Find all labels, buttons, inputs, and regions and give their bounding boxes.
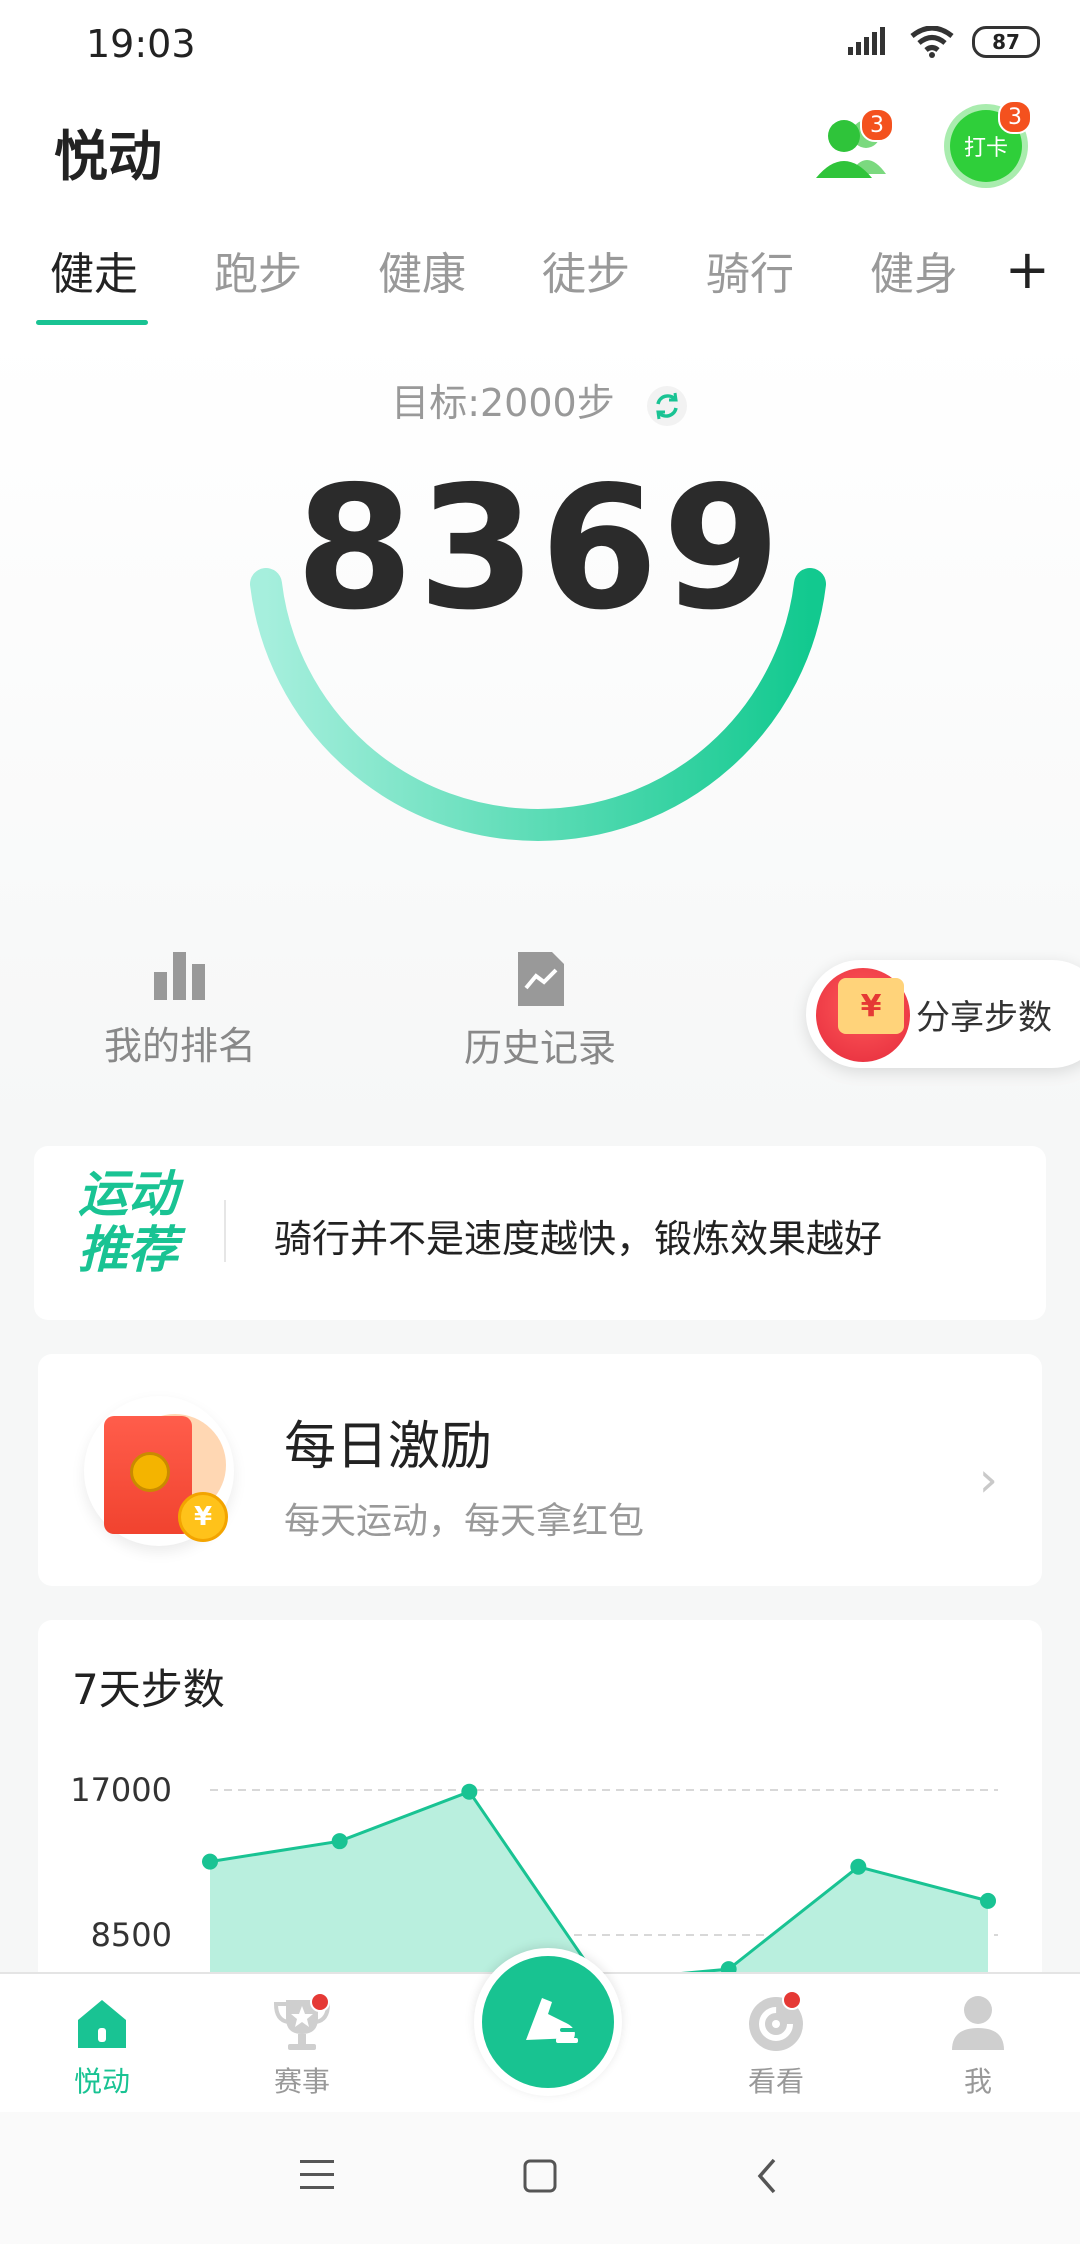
chevron-right-icon: › [978, 1452, 998, 1508]
step-goal: 目标:2000步 [0, 372, 1080, 428]
chart-point [461, 1783, 478, 1800]
page-title: 悦动 [54, 125, 162, 188]
profile-icon [952, 1996, 1004, 2050]
chart-point [980, 1892, 996, 1909]
recommend-logo-line1: 运动 [78, 1165, 178, 1223]
daily-reward-subtitle: 每天运动，每天拿红包 [284, 1501, 645, 1542]
tab-run[interactable]: 跑步 [214, 238, 302, 302]
friends-badge: 3 [860, 108, 894, 142]
nav-events-label: 赛事 [273, 2065, 330, 2098]
my-ranking-label: 我的排名 [103, 1024, 256, 1068]
chart-y-tick-label: 8500 [91, 1916, 172, 1954]
my-ranking-button[interactable]: 我的排名 [90, 950, 270, 1070]
refresh-icon[interactable] [645, 384, 689, 428]
menu-icon[interactable] [298, 2158, 338, 2192]
checkin-button[interactable]: 打卡 3 [950, 100, 1032, 182]
nav-me-label: 我 [963, 2065, 992, 2098]
nav-home-label: 悦动 [73, 2065, 130, 2098]
chart-point [331, 1833, 348, 1850]
step-progress-arc [250, 568, 826, 841]
tab-walk[interactable]: 健走 [50, 238, 138, 302]
checkin-badge: 3 [998, 100, 1032, 134]
history-chart-icon [518, 952, 564, 1006]
history-label: 历史记录 [463, 1026, 616, 1070]
running-shoe-icon [526, 1998, 578, 2043]
daily-reward-card[interactable]: ¥ 每日激励 每天运动，每天拿红包 › [38, 1354, 1042, 1586]
home-square-icon[interactable] [522, 2158, 558, 2194]
divider [224, 1200, 226, 1262]
tab-fitness[interactable]: 健身 [870, 238, 958, 302]
battery-indicator: 87 [972, 26, 1040, 58]
add-tab-button[interactable]: + [1005, 238, 1050, 301]
friends-button[interactable]: 3 [810, 108, 894, 182]
watch-notification-dot [782, 1990, 802, 2010]
system-nav-bar [0, 2112, 1080, 2244]
start-workout-button[interactable] [474, 1948, 622, 2096]
nav-me[interactable]: 我 [898, 1974, 1058, 2114]
envelope-seal [130, 1452, 170, 1492]
nav-watch-label: 看看 [747, 2065, 804, 2098]
share-steps-button[interactable]: ¥ 分享步数 [806, 960, 1080, 1068]
chart-point [202, 1853, 218, 1870]
recommend-logo-line2: 推荐 [78, 1221, 178, 1279]
home-icon [78, 2000, 126, 2048]
sport-tabs: 健走 跑步 健康 徒步 骑行 健身 + [0, 228, 1080, 328]
tab-cycling[interactable]: 骑行 [706, 238, 794, 302]
events-notification-dot [310, 1992, 330, 2012]
back-icon[interactable] [752, 2156, 782, 2196]
goal-label: 目标:2000步 [391, 381, 615, 425]
share-red-envelope-icon: ¥ [816, 968, 910, 1062]
yuan-symbol: ¥ [838, 978, 904, 1034]
recommend-logo: 运动 推荐 [78, 1166, 178, 1278]
red-envelope-icon: ¥ [84, 1396, 234, 1546]
status-time: 19:03 [86, 22, 196, 66]
active-tab-indicator [36, 320, 148, 325]
checkin-label: 打卡 [963, 136, 1008, 161]
tab-health[interactable]: 健康 [378, 238, 466, 302]
signal-icon [848, 27, 885, 55]
nav-watch[interactable]: 看看 [696, 1974, 856, 2114]
wifi-icon [910, 26, 954, 58]
bar-chart-icon [154, 952, 205, 1000]
share-steps-label: 分享步数 [916, 998, 1052, 1038]
recommend-text: 骑行并不是速度越快，锻炼效果越好 [274, 1217, 883, 1261]
history-button[interactable]: 历史记录 [450, 950, 630, 1072]
nav-home[interactable]: 悦动 [22, 1974, 182, 2114]
coin-icon: ¥ [178, 1492, 228, 1542]
recommend-card[interactable]: 运动 推荐 骑行并不是速度越快，锻炼效果越好 [34, 1146, 1046, 1320]
chart-y-tick-label: 17000 [70, 1771, 172, 1809]
daily-reward-title: 每日激励 [284, 1417, 493, 1477]
chart-point [850, 1858, 867, 1875]
status-icons: 87 [846, 26, 1040, 58]
nav-events[interactable]: 赛事 [222, 1974, 382, 2114]
tab-hike[interactable]: 徒步 [542, 238, 630, 302]
